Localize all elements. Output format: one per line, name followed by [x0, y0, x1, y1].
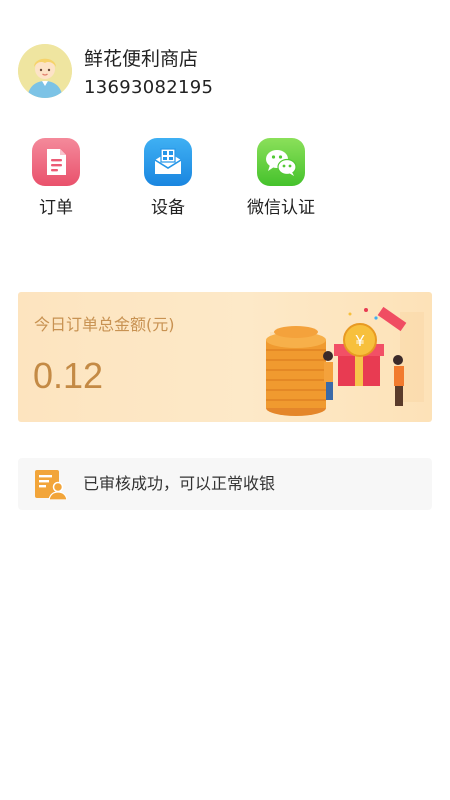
quick-menu: 订单 设备 微信认证 [0, 138, 450, 228]
store-phone: 13693082195 [84, 77, 214, 98]
audit-status-text: 已审核成功，可以正常收银 [83, 474, 276, 493]
yen-coin-symbol: ¥ [355, 333, 365, 350]
profile-header: 鲜花便利商店 13693082195 [18, 44, 432, 100]
coins-giftbox-illustration: ¥ [266, 306, 424, 416]
order-document-icon [32, 138, 80, 186]
today-total-banner[interactable]: 今日订单总金额(元) 0.12 ¥ [18, 292, 432, 422]
verified-user-card-icon [35, 470, 67, 500]
user-avatar-icon [18, 44, 72, 98]
store-name: 鲜花便利商店 [84, 48, 199, 70]
device-box-icon [144, 138, 192, 186]
menu-label-device: 设备 [151, 198, 185, 218]
menu-item-wechat-auth[interactable]: 微信认证 [236, 138, 326, 228]
audit-status-notice: 已审核成功，可以正常收银 [18, 458, 432, 510]
banner-title: 今日订单总金额(元) [34, 315, 175, 334]
wechat-icon [257, 138, 305, 186]
banner-amount: 0.12 [33, 355, 104, 396]
avatar[interactable] [18, 44, 72, 98]
menu-item-order[interactable]: 订单 [11, 138, 101, 228]
menu-label-wechat-auth: 微信认证 [247, 198, 315, 218]
menu-item-device[interactable]: 设备 [123, 138, 213, 228]
menu-label-order: 订单 [39, 198, 73, 218]
